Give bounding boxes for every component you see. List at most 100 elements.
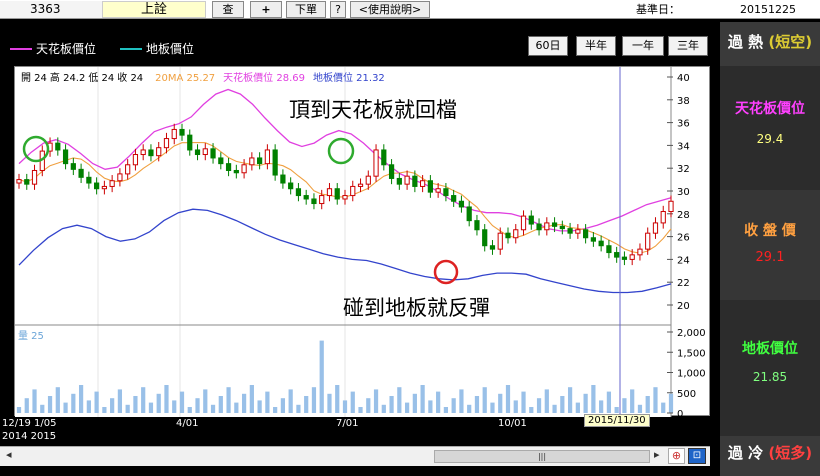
y-tick-label: 28	[677, 210, 690, 221]
candle-body	[598, 240, 604, 247]
candle-body	[458, 200, 465, 208]
floor-section: 地板價位 21.85	[720, 300, 820, 436]
candle-body	[551, 222, 558, 227]
volume-bar	[637, 404, 643, 413]
cursor-date-label: 2015/11/30	[584, 414, 650, 427]
candle-body	[86, 176, 92, 184]
stock-name-field[interactable]: 上詮	[102, 1, 206, 18]
candle-body	[94, 182, 100, 190]
query-button[interactable]: 查	[212, 1, 244, 18]
volume-bar	[420, 385, 425, 413]
volume-bar	[327, 393, 332, 413]
volume-bar	[436, 391, 441, 413]
volume-label: 量 25	[18, 330, 44, 342]
volume-bar	[24, 398, 29, 413]
period-60d-button[interactable]: 60日	[528, 36, 568, 56]
scroll-right-icon[interactable]: ▸	[654, 448, 660, 461]
candle-body	[156, 147, 162, 157]
x-tick: 10/01	[498, 418, 527, 429]
candle-body	[365, 175, 371, 185]
candle-body	[257, 157, 263, 165]
candle-body	[132, 154, 139, 166]
candle-body	[645, 232, 651, 250]
volume-bar	[280, 398, 286, 413]
zoom-in-icon[interactable]: ⊕	[668, 448, 685, 464]
info-line: 開 24 高 24.2 低 24 收 24 20MA 25.27 天花板價位 28.69 地…	[21, 71, 385, 84]
candle-body	[210, 148, 216, 159]
volume-bar	[529, 407, 534, 413]
order-button[interactable]: 下單	[286, 1, 326, 18]
help-button[interactable]: ?	[330, 1, 346, 18]
volume-bar	[141, 387, 146, 413]
volume-bar	[358, 407, 363, 413]
candle-body	[109, 180, 115, 187]
volume-bar	[630, 389, 635, 413]
volume-bar	[226, 387, 231, 413]
candle-body	[559, 225, 565, 230]
candle-body	[334, 188, 340, 200]
candle-body	[194, 149, 201, 156]
volume-bar	[265, 391, 270, 413]
volume-bar	[614, 407, 619, 413]
add-button[interactable]: +	[250, 1, 282, 18]
candle-body	[513, 229, 519, 239]
volume-bar	[467, 404, 472, 413]
period-1y-button[interactable]: 一年	[622, 36, 664, 56]
candle-body	[660, 211, 666, 224]
volume-tick-label: 2,000	[677, 328, 706, 339]
scroll-left-icon[interactable]: ◂	[6, 448, 12, 461]
candle-body	[668, 200, 674, 213]
period-half-year-button[interactable]: 半年	[576, 36, 616, 56]
candle-body	[583, 229, 589, 239]
volume-tick-label: 1,500	[677, 348, 706, 359]
volume-bar	[381, 404, 386, 413]
volume-bar	[71, 393, 76, 413]
volume-bar	[389, 396, 394, 413]
volume-bar	[164, 385, 169, 413]
volume-bar	[16, 407, 22, 413]
annotation-top: 頂到天花板就回檔	[289, 98, 457, 122]
candle-body	[536, 223, 542, 231]
volume-bar	[195, 398, 200, 413]
volume-bar	[86, 400, 91, 413]
candle-body	[179, 128, 185, 136]
stock-code-field[interactable]: 3363	[0, 1, 102, 18]
volume-bar	[241, 393, 247, 413]
volume-bar	[218, 396, 223, 413]
volume-bar	[78, 385, 84, 413]
price-chart[interactable]: 20 22 24 26 28 30 32 34 36 38 40 2,000 1,500 1,000 50…	[15, 67, 711, 420]
candle-body	[621, 256, 628, 260]
volume-bar	[661, 402, 666, 413]
volume-bar	[335, 385, 340, 413]
volume-bar	[172, 400, 177, 413]
manual-button[interactable]: <使用說明>	[350, 1, 430, 18]
candle-body	[303, 195, 309, 200]
volume-bar	[234, 402, 239, 413]
candle-body	[78, 168, 84, 178]
candle-body	[575, 229, 581, 234]
chart-area[interactable]: 20 22 24 26 28 30 32 34 36 38 40 2,000 1,500 1,000 50…	[14, 66, 711, 420]
candle-body	[474, 220, 480, 231]
volume-bar	[102, 407, 107, 413]
candle-body	[396, 177, 402, 185]
y-tick-label: 20	[677, 301, 690, 312]
horizontal-scrollbar[interactable]: ◂ ||| ▸ ⊕ ⊡	[0, 446, 710, 466]
volume-bar	[428, 400, 433, 413]
close-section: 收 盤 價 29.1	[720, 190, 820, 300]
candle-body	[70, 163, 76, 170]
candle-body	[412, 175, 418, 187]
candle-body	[606, 245, 612, 254]
candle-body	[505, 232, 511, 239]
volume-bar	[404, 402, 410, 413]
volume-bar	[474, 396, 480, 413]
volume-bar	[459, 389, 464, 413]
scroll-thumb[interactable]: |||	[434, 450, 650, 463]
period-3y-button[interactable]: 三年	[668, 36, 708, 56]
x-axis: 12/19 1/05 2014 2015 4/01 7/01 10/01 201…	[0, 414, 720, 446]
zoom-fit-icon[interactable]: ⊡	[688, 448, 706, 464]
volume-bar	[397, 387, 402, 413]
volume-bar	[505, 385, 511, 413]
candle-body	[466, 206, 472, 222]
volume-bar	[296, 404, 301, 413]
candle-body	[249, 157, 255, 166]
